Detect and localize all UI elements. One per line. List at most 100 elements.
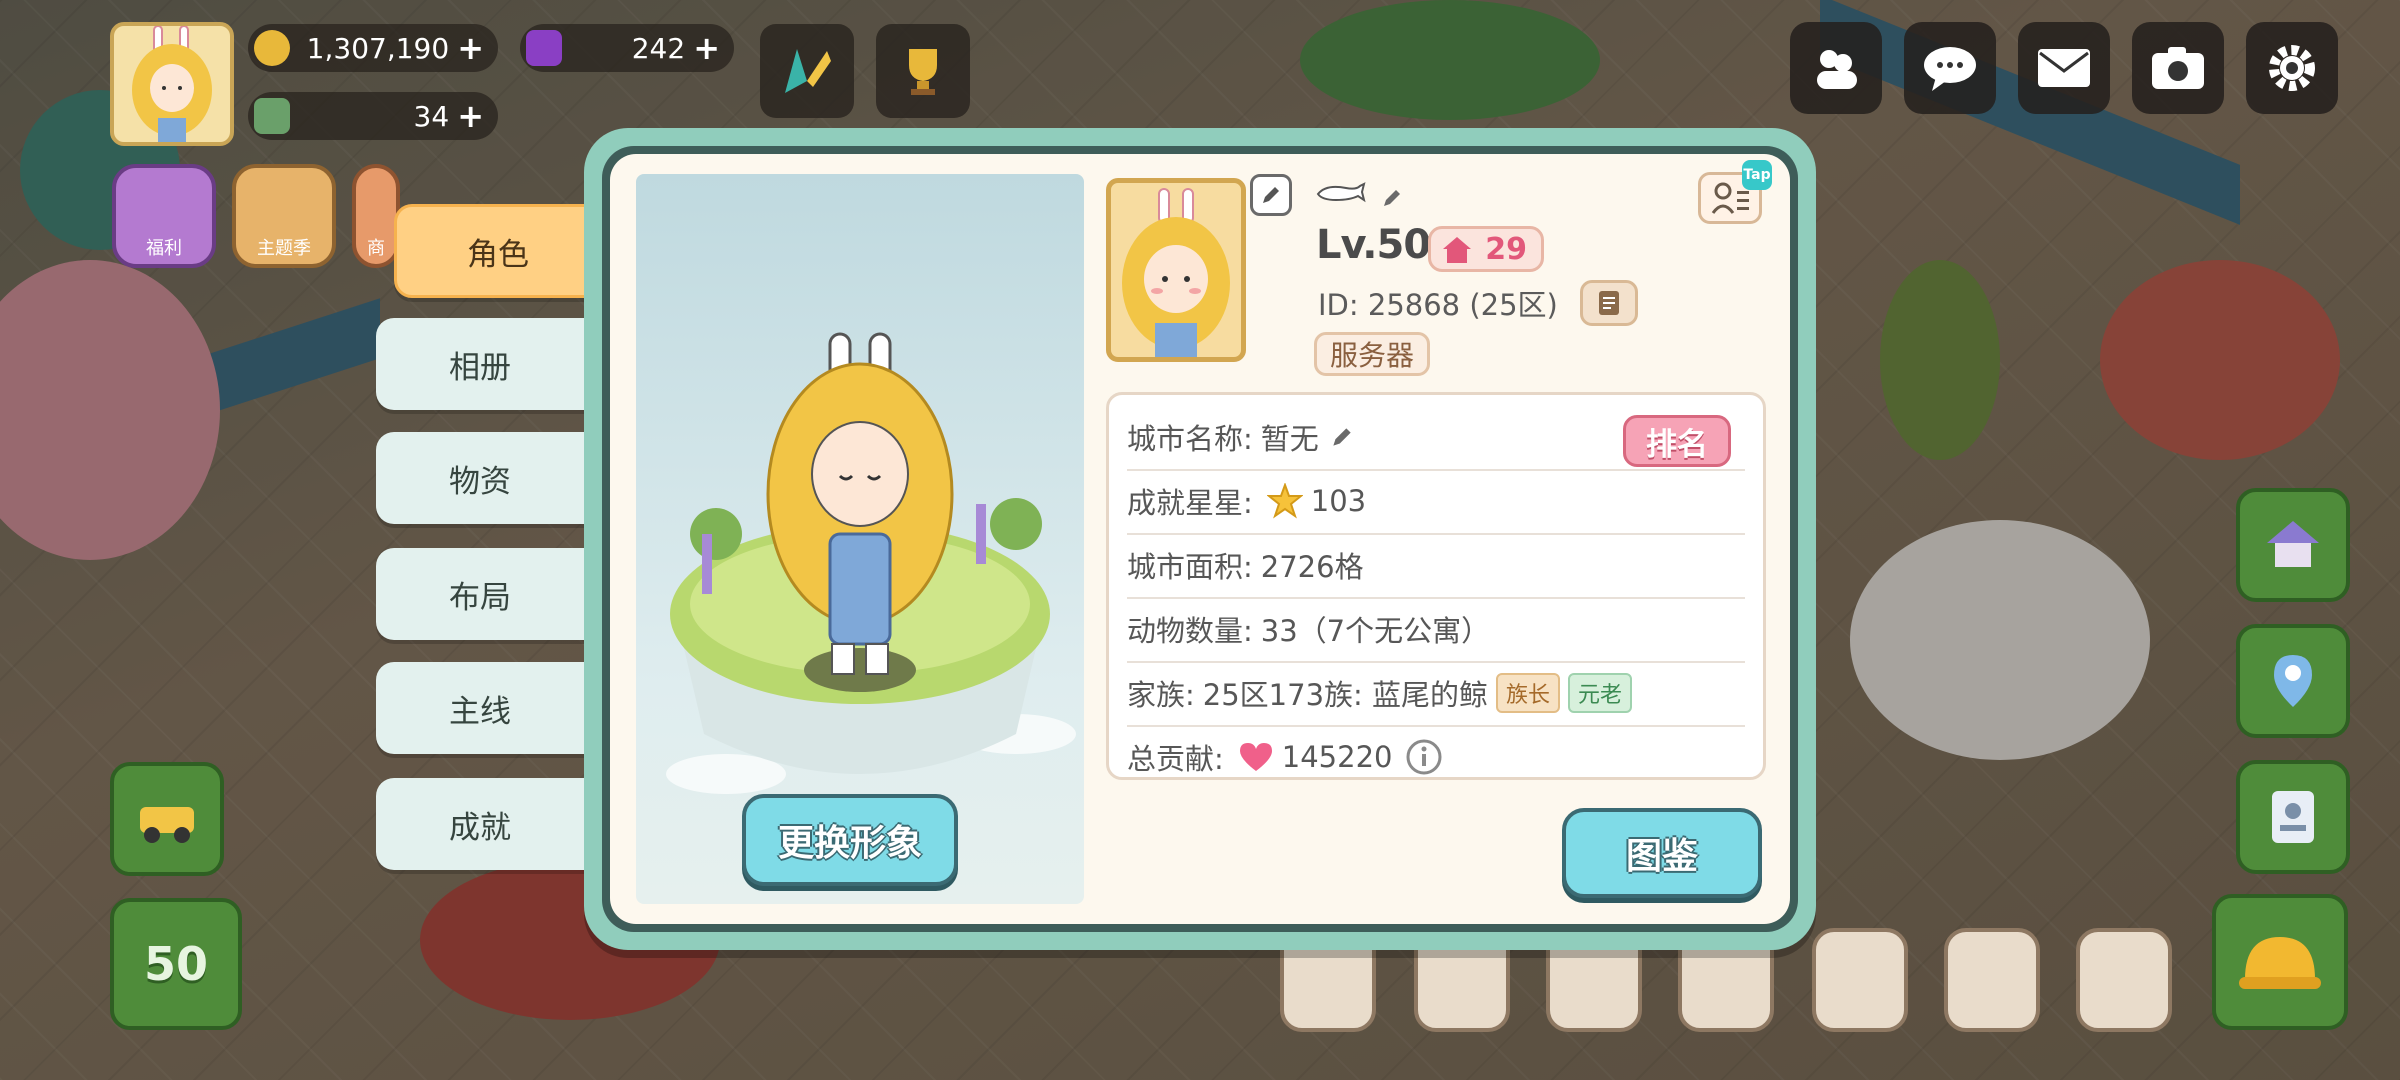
settings-button[interactable] <box>2246 22 2338 114</box>
stars-value: 103 <box>1310 484 1367 518</box>
energy-value: 34 <box>413 99 450 133</box>
area-label: 城市面积: <box>1127 550 1253 584</box>
city-name-label: 城市名称: <box>1127 422 1253 456</box>
gear-icon <box>2269 45 2315 91</box>
city-name-row: 城市名称: 暂无 排名 <box>1127 405 1745 471</box>
coin-icon <box>254 30 290 66</box>
bottom-yacht-button[interactable] <box>2076 928 2172 1032</box>
change-appearance-button[interactable]: 更换形象 <box>742 794 958 886</box>
bottom-bottle-button[interactable] <box>1812 928 1908 1032</box>
animals-value: 33（7个无公寓） <box>1260 614 1491 648</box>
clan-value[interactable]: 25区173族: 蓝尾的鲸 <box>1203 672 1488 714</box>
house-icon <box>2267 521 2319 567</box>
heart-level-value: 29 <box>1485 231 1527 267</box>
gems-value: 242 <box>631 31 686 65</box>
whale-icon <box>1316 182 1366 203</box>
id-card-icon <box>2272 791 2314 843</box>
gallery-button[interactable]: 图鉴 <box>1562 808 1762 898</box>
profile-avatar[interactable] <box>1106 178 1246 362</box>
pencil-ruler-icon <box>785 49 831 93</box>
tab-achievements[interactable]: 成就 <box>376 778 584 870</box>
chat-icon <box>1924 47 1976 91</box>
map-pin-icon <box>2274 655 2312 707</box>
stars-label: 成就星星: <box>1127 486 1253 520</box>
stars-row: 成就星星: 103 <box>1127 469 1745 535</box>
tab-layout[interactable]: 布局 <box>376 548 584 640</box>
welfare-label: 福利 <box>146 238 182 259</box>
edit-mode-button[interactable] <box>760 24 854 118</box>
player-id: ID: 25868 (25区) <box>1318 288 1558 322</box>
pencil-icon <box>1263 187 1279 203</box>
level-badge[interactable]: 50 <box>110 898 242 1030</box>
mail-button[interactable] <box>2018 22 2110 114</box>
add-coins-button[interactable]: + <box>457 29 484 67</box>
add-gems-button[interactable]: + <box>693 29 720 67</box>
chat-button[interactable] <box>1904 22 1996 114</box>
heart-icon <box>1239 743 1272 771</box>
clan-elder-tag: 元老 <box>1568 673 1633 713</box>
energy-counter[interactable]: 34 + <box>248 92 498 140</box>
tap-tag: Tap <box>1742 160 1772 190</box>
edit-name-icon[interactable] <box>1380 186 1404 210</box>
contribution-label: 总贡献: <box>1127 742 1224 776</box>
heart-level-badge: 29 <box>1428 226 1544 272</box>
area-value: 2726格 <box>1260 550 1364 584</box>
camera-button[interactable] <box>2132 22 2224 114</box>
tab-supplies[interactable]: 物资 <box>376 432 584 524</box>
build-button[interactable] <box>2212 894 2348 1030</box>
tab-character-label: 角色 <box>467 236 529 273</box>
level-badge-value: 50 <box>143 937 208 991</box>
welfare-button[interactable]: 福利 <box>112 164 216 268</box>
player-avatar[interactable] <box>110 22 234 146</box>
tab-album-label: 相册 <box>449 349 511 386</box>
hard-hat-icon <box>2239 937 2321 989</box>
map-pin-button[interactable] <box>2236 624 2350 738</box>
shop-button[interactable]: 商 <box>352 164 400 268</box>
area-row: 城市面积: 2726格 <box>1127 533 1745 599</box>
shop-label: 商 <box>367 238 385 259</box>
city-info-box: 城市名称: 暂无 排名 成就星星: 103 城市面积: 2726格 动物数量: … <box>1106 392 1766 780</box>
tab-main-quest[interactable]: 主线 <box>376 662 584 754</box>
vehicle-button[interactable] <box>110 762 224 876</box>
camera-icon <box>2152 47 2204 89</box>
house-button[interactable] <box>2236 488 2350 602</box>
info-icon[interactable] <box>1405 738 1443 776</box>
trophy-icon <box>909 49 937 95</box>
friends-icon <box>1817 50 1857 89</box>
coins-value: 1,307,190 <box>306 31 450 65</box>
bottom-car-button[interactable] <box>1944 928 2040 1032</box>
ranking-button[interactable]: 排名 <box>1623 415 1731 467</box>
document-icon <box>1599 291 1619 315</box>
animals-label: 动物数量: <box>1127 614 1253 648</box>
contribution-row: 总贡献: 145220 <box>1127 725 1745 789</box>
edit-avatar-button[interactable] <box>1250 174 1292 216</box>
trophy-button[interactable] <box>876 24 970 118</box>
gems-counter[interactable]: 242 + <box>520 24 734 72</box>
clan-label: 家族: <box>1127 678 1195 712</box>
city-name-value: 暂无 <box>1260 422 1319 456</box>
add-energy-button[interactable]: + <box>457 97 484 135</box>
player-level: Lv.50 <box>1316 222 1431 268</box>
theme-season-button[interactable]: 主题季 <box>232 164 336 268</box>
ticket-icon <box>254 98 290 134</box>
car-icon <box>140 807 194 843</box>
contribution-value: 145220 <box>1281 740 1393 774</box>
friends-button[interactable] <box>1790 22 1882 114</box>
clan-leader-tag: 族长 <box>1496 673 1561 713</box>
tab-supplies-label: 物资 <box>449 463 511 500</box>
tab-album[interactable]: 相册 <box>376 318 584 410</box>
mail-icon <box>2038 49 2090 87</box>
tab-main-quest-label: 主线 <box>449 693 511 730</box>
clan-row: 家族: 25区173族: 蓝尾的鲸 族长 元老 <box>1127 661 1745 727</box>
star-icon <box>1266 483 1303 519</box>
tab-achievements-label: 成就 <box>449 809 511 846</box>
coins-counter[interactable]: 1,307,190 + <box>248 24 498 72</box>
tab-character[interactable]: 角色 <box>394 204 609 298</box>
id-card-button[interactable] <box>2236 760 2350 874</box>
copy-id-button[interactable] <box>1580 280 1638 326</box>
edit-city-name-icon[interactable] <box>1329 424 1355 450</box>
server-button[interactable]: 服务器 <box>1314 332 1430 376</box>
house-heart-icon <box>1443 237 1471 263</box>
theme-season-label: 主题季 <box>257 238 311 259</box>
tab-layout-label: 布局 <box>449 579 511 616</box>
